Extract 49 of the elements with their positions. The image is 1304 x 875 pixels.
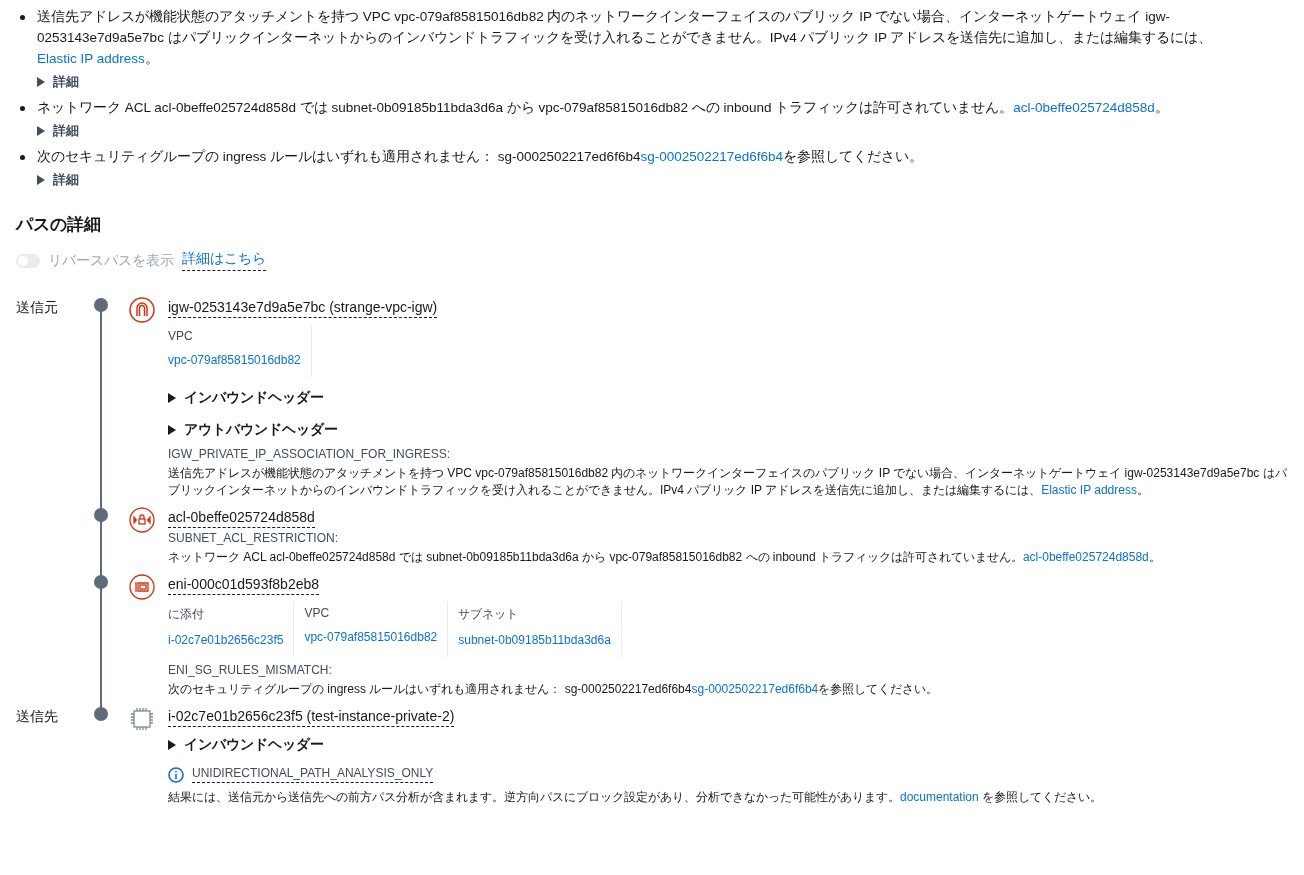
lock-icon xyxy=(129,507,155,533)
notice-text: 結果には、送信元から送信先への前方パス分析が含まれます。逆方向パスにブロック設定があり、分析できなかった可能性があります。documentation を参照してください。 xyxy=(168,789,1104,806)
finding-text: ネットワーク ACL acl-0beffe025724d858d では subnet-0b09185b11bda3d6a から vpc-079af85815016db82 への inbound トラフィックは許可されていません。acl-0beffe025724d858d。 xyxy=(37,99,1170,117)
notice-link[interactable]: documentation xyxy=(900,790,979,804)
explanation-link[interactable]: acl-0beffe025724d858d xyxy=(1022,550,1149,564)
property-link[interactable]: subnet-0b09185b11bda3d6a xyxy=(458,633,611,647)
explanation-link[interactable]: Elastic IP address xyxy=(1041,483,1137,497)
step-role: 送信元 xyxy=(16,300,58,315)
timeline-dot xyxy=(94,298,108,312)
chip-icon xyxy=(129,706,155,732)
explanation-text: ネットワーク ACL acl-0beffe025724d858d では subnet-0b09185b11bda3d6a から vpc-079af85815016db82 への inbound トラフィックは許可されていません。acl-0beffe025724d858d。 xyxy=(168,549,1162,566)
header-toggle[interactable]: インバウンドヘッダー xyxy=(168,730,324,762)
details-toggle[interactable]: 詳細 xyxy=(37,167,79,195)
resource-name[interactable]: igw-0253143e7d9a5e7bc (strange-vpc-igw) xyxy=(168,299,438,318)
property-link[interactable]: vpc-079af85815016db82 xyxy=(304,630,438,644)
property-link[interactable]: vpc-079af85815016db82 xyxy=(168,353,301,367)
property-label: VPC xyxy=(304,606,331,620)
property-label: に添付 xyxy=(168,606,205,623)
resource-name[interactable]: acl-0beffe025724d858d xyxy=(168,509,315,528)
header-toggle[interactable]: インバウンドヘッダー xyxy=(168,383,324,415)
timeline-dot xyxy=(94,508,108,522)
explanation-code: ENI_SG_RULES_MISMATCH: xyxy=(168,663,333,677)
finding-text: 次のセキュリティグループの ingress ルールはいずれも適用されません： sg-0002502217ed6f6b4sg-0002502217ed6f6b4を参照してください。 xyxy=(37,148,925,166)
property-label: VPC xyxy=(168,329,194,343)
info-icon xyxy=(168,766,184,783)
explanation-text: 送信先アドレスが機能状態のアタッチメントを持つ VPC vpc-079af85815016db82 内のネットワークインターフェイスのパブリック IP でない場合、インターネットゲートウェイ igw-0253143e7d9a5e7bc はパブリックインターネットからのインバウンドトラフィックを受け入れることができません。IPv4 パブリック IP アドレスを送信先に追加し、または編集するには、Elastic IP address。 xyxy=(168,465,1288,499)
finding-link[interactable]: sg-0002502217ed6f6b4 xyxy=(640,149,784,164)
explanation-text: 次のセキュリティグループの ingress ルールはいずれも適用されません： sg-0002502217ed6f6b4sg-0002502217ed6f6b4を参照してください。 xyxy=(168,681,940,698)
resource-name[interactable]: eni-000c01d593f8b2eb8 xyxy=(168,576,320,595)
explanation-code: SUBNET_ACL_RESTRICTION: xyxy=(168,531,340,545)
property-label: サブネット xyxy=(458,606,520,623)
explanation-link[interactable]: sg-0002502217ed6f6b4 xyxy=(691,682,819,696)
notice-code[interactable]: UNIDIRECTIONAL_PATH_ANALYSIS_ONLY xyxy=(192,766,434,783)
finding-text: 送信先アドレスが機能状態のアタッチメントを持つ VPC vpc-079af85815016db82 内のネットワークインターフェイスのパブリック IP でない場合、インターネットゲートウェイ igw-0253143e7d9a5e7bc はパブリックインターネットからのインバウンドトラフィックを受け入れることができません。IPv4 パブリック IP アドレスを送信先に追加し、または編集するには、 Elastic IP address。 xyxy=(37,8,1214,68)
section-title: パスの詳細 xyxy=(16,214,102,236)
explanation-code: IGW_PRIVATE_IP_ASSOCIATION_FOR_INGRESS: xyxy=(168,447,452,461)
header-toggle[interactable]: アウトバウンドヘッダー xyxy=(168,415,338,447)
details-toggle[interactable]: 詳細 xyxy=(37,69,79,97)
timeline-dot xyxy=(94,707,108,721)
property-link[interactable]: i-02c7e01b2656c23f5 xyxy=(168,633,284,647)
network-card-icon xyxy=(129,574,155,600)
timeline-dot xyxy=(94,575,108,589)
learn-more-link[interactable]: 詳細はこちら xyxy=(182,250,266,271)
gateway-icon xyxy=(129,297,155,323)
finding-link[interactable]: Elastic IP address xyxy=(37,51,145,66)
step-role: 送信先 xyxy=(16,709,58,724)
finding-link[interactable]: acl-0beffe025724d858d xyxy=(1013,100,1155,115)
resource-name[interactable]: i-02c7e01b2656c23f5 (test-instance-private-2) xyxy=(168,708,455,727)
details-toggle[interactable]: 詳細 xyxy=(37,118,79,146)
